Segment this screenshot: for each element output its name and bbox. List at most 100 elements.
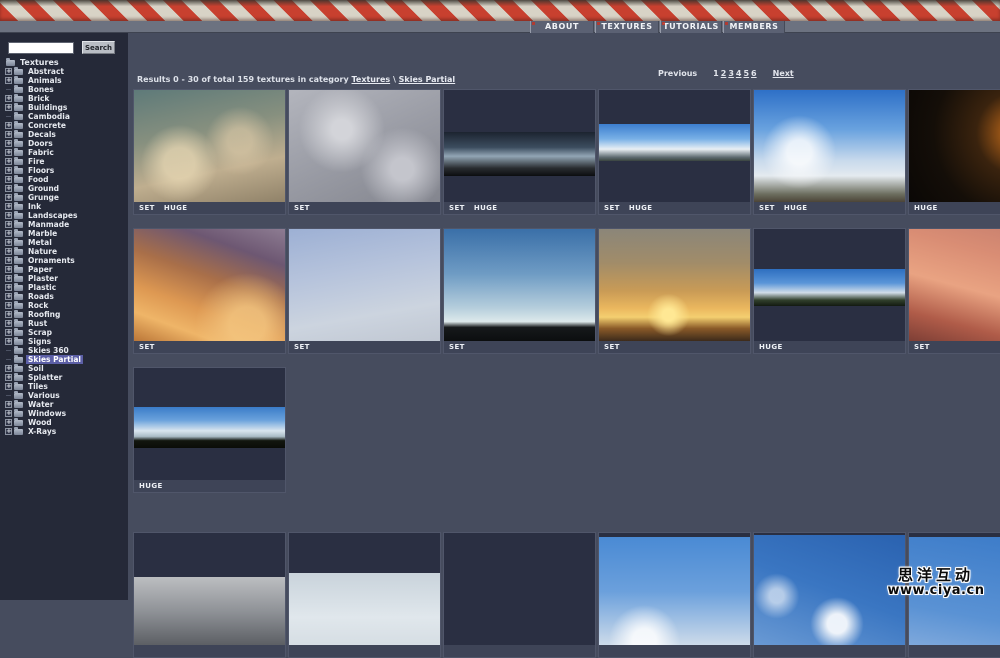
sidebar-item-wood[interactable]: Wood bbox=[3, 418, 127, 427]
sidebar-item-marble[interactable]: Marble bbox=[3, 229, 127, 238]
sidebar-item-buildings[interactable]: Buildings bbox=[3, 103, 127, 112]
download-set-link[interactable]: SET bbox=[604, 343, 620, 351]
orange-sunset-clouds-preview-image[interactable] bbox=[134, 229, 285, 342]
expand-plus-icon[interactable] bbox=[5, 428, 12, 435]
sidebar-item-manmade[interactable]: Manmade bbox=[3, 220, 127, 229]
blue-sky-pano-preview-image[interactable] bbox=[599, 90, 750, 203]
aerial-cloud-tops-preview-image[interactable] bbox=[134, 90, 285, 203]
sidebar-item-roofing[interactable]: Roofing bbox=[3, 310, 127, 319]
download-huge-link[interactable]: HUGE bbox=[164, 204, 188, 212]
texture-thumbnail-deep-blue-cloud[interactable] bbox=[443, 532, 596, 658]
download-set-link[interactable]: SET bbox=[604, 204, 620, 212]
texture-thumbnail-gray-storm-clouds[interactable]: SET bbox=[288, 89, 441, 215]
breadcrumb-subcategory-link[interactable]: Skies Partial bbox=[399, 75, 456, 84]
download-huge-link[interactable]: HUGE bbox=[629, 204, 653, 212]
dark-sunset-glow-preview-image[interactable] bbox=[909, 90, 1000, 203]
expand-plus-icon[interactable] bbox=[5, 122, 12, 129]
expand-plus-icon[interactable] bbox=[5, 221, 12, 228]
expand-plus-icon[interactable] bbox=[5, 302, 12, 309]
sidebar-item-signs[interactable]: Signs bbox=[3, 337, 127, 346]
page-link-4[interactable]: 4 bbox=[736, 69, 742, 78]
texture-thumbnail-pale-wispy-sky[interactable]: SET bbox=[288, 228, 441, 354]
texture-thumbnail-blue-sky-pano[interactable]: SET HUGE bbox=[598, 89, 751, 215]
texture-thumbnail-gray-cloud-pano[interactable] bbox=[133, 532, 286, 658]
next-page-button[interactable]: Next bbox=[773, 69, 794, 78]
golden-sunset-preview-image[interactable] bbox=[599, 229, 750, 342]
expand-plus-icon[interactable] bbox=[5, 365, 12, 372]
expand-plus-icon[interactable] bbox=[5, 248, 12, 255]
sidebar-item-paper[interactable]: Paper bbox=[3, 265, 127, 274]
texture-thumbnail-orange-sunset-clouds[interactable]: SET bbox=[133, 228, 286, 354]
sidebar-item-brick[interactable]: Brick bbox=[3, 94, 127, 103]
tab-about[interactable]: ABOUT bbox=[530, 21, 594, 33]
expand-plus-icon[interactable] bbox=[5, 320, 12, 327]
expand-plus-icon[interactable] bbox=[5, 203, 12, 210]
sidebar-item-tiles[interactable]: Tiles bbox=[3, 382, 127, 391]
sidebar-item-cambodia[interactable]: Cambodia bbox=[3, 112, 127, 121]
page-link-3[interactable]: 3 bbox=[728, 69, 734, 78]
deep-blue-cloud-preview-image[interactable] bbox=[444, 533, 595, 646]
expand-plus-icon[interactable] bbox=[5, 77, 12, 84]
texture-thumbnail-blue-sky-pano-3[interactable]: HUGE bbox=[133, 367, 286, 493]
search-input[interactable] bbox=[8, 42, 74, 54]
evening-silhouette-preview-image[interactable] bbox=[444, 229, 595, 342]
expand-plus-icon[interactable] bbox=[5, 167, 12, 174]
download-huge-link[interactable]: HUGE bbox=[784, 204, 808, 212]
expand-plus-icon[interactable] bbox=[5, 266, 12, 273]
download-set-link[interactable]: SET bbox=[449, 343, 465, 351]
texture-thumbnail-dark-sunset-glow[interactable]: HUGE bbox=[908, 89, 1000, 215]
texture-thumbnail-aerial-cloud-tops[interactable]: SETHUGE bbox=[133, 89, 286, 215]
download-set-link[interactable]: SET bbox=[759, 204, 775, 212]
expand-plus-icon[interactable] bbox=[5, 374, 12, 381]
expand-plus-icon[interactable] bbox=[5, 410, 12, 417]
expand-plus-icon[interactable] bbox=[5, 338, 12, 345]
sidebar-item-grunge[interactable]: Grunge bbox=[3, 193, 127, 202]
page-link-5[interactable]: 5 bbox=[743, 69, 749, 78]
sidebar-item-doors[interactable]: Doors bbox=[3, 139, 127, 148]
tab-textures[interactable]: TEXTURES bbox=[595, 21, 659, 33]
tree-root-textures[interactable]: Textures bbox=[3, 58, 127, 67]
sidebar-item-roads[interactable]: Roads bbox=[3, 292, 127, 301]
expand-plus-icon[interactable] bbox=[5, 383, 12, 390]
blue-sky-trees-preview-image[interactable] bbox=[754, 90, 905, 203]
download-set-link[interactable]: SET bbox=[914, 343, 930, 351]
expand-plus-icon[interactable] bbox=[5, 311, 12, 318]
sidebar-item-plastic[interactable]: Plastic bbox=[3, 283, 127, 292]
expand-plus-icon[interactable] bbox=[5, 95, 12, 102]
expand-plus-icon[interactable] bbox=[5, 257, 12, 264]
texture-thumbnail-blue-cloud-1[interactable] bbox=[598, 532, 751, 658]
sidebar-item-rust[interactable]: Rust bbox=[3, 319, 127, 328]
sidebar-item-food[interactable]: Food bbox=[3, 175, 127, 184]
sidebar-item-scrap[interactable]: Scrap bbox=[3, 328, 127, 337]
sidebar-item-splatter[interactable]: Splatter bbox=[3, 373, 127, 382]
dark-storm-pano-preview-image[interactable] bbox=[444, 90, 595, 203]
download-set-link[interactable]: SET bbox=[294, 343, 310, 351]
pale-wispy-sky-preview-image[interactable] bbox=[289, 229, 440, 342]
breadcrumb-category-link[interactable]: Textures bbox=[352, 75, 391, 84]
expand-plus-icon[interactable] bbox=[5, 293, 12, 300]
sidebar-item-windows[interactable]: Windows bbox=[3, 409, 127, 418]
sidebar-item-ornaments[interactable]: Ornaments bbox=[3, 256, 127, 265]
sidebar-item-rock[interactable]: Rock bbox=[3, 301, 127, 310]
sidebar-item-various[interactable]: Various bbox=[3, 391, 127, 400]
page-link-2[interactable]: 2 bbox=[721, 69, 727, 78]
pale-sky-low-preview-image[interactable] bbox=[289, 533, 440, 646]
expand-plus-icon[interactable] bbox=[5, 68, 12, 75]
expand-plus-icon[interactable] bbox=[5, 401, 12, 408]
expand-plus-icon[interactable] bbox=[5, 131, 12, 138]
sidebar-item-fire[interactable]: Fire bbox=[3, 157, 127, 166]
download-set-link[interactable]: SET bbox=[449, 204, 465, 212]
blue-sky-pano-2-preview-image[interactable] bbox=[754, 229, 905, 342]
expand-plus-icon[interactable] bbox=[5, 329, 12, 336]
texture-thumbnail-blue-sky-trees[interactable]: SET HUGE bbox=[753, 89, 906, 215]
texture-thumbnail-dark-storm-pano[interactable]: SETHUGE bbox=[443, 89, 596, 215]
texture-thumbnail-evening-silhouette[interactable]: SET bbox=[443, 228, 596, 354]
sidebar-item-animals[interactable]: Animals bbox=[3, 76, 127, 85]
download-huge-link[interactable]: HUGE bbox=[759, 343, 783, 351]
expand-plus-icon[interactable] bbox=[5, 419, 12, 426]
blue-sky-pano-3-preview-image[interactable] bbox=[134, 368, 285, 481]
sidebar-item-metal[interactable]: Metal bbox=[3, 238, 127, 247]
sidebar-item-landscapes[interactable]: Landscapes bbox=[3, 211, 127, 220]
expand-plus-icon[interactable] bbox=[5, 275, 12, 282]
expand-plus-icon[interactable] bbox=[5, 230, 12, 237]
